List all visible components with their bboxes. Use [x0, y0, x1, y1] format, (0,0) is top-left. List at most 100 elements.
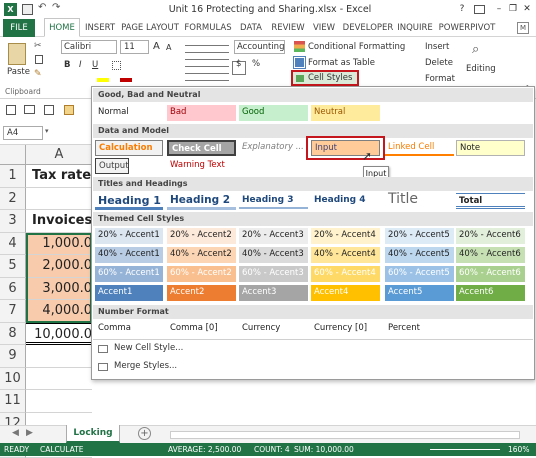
style-accent-1-level-1[interactable]: 20% - Accent1 — [95, 228, 163, 244]
row-header[interactable]: 3 — [0, 210, 26, 233]
zoom-level[interactable]: 160% — [508, 445, 529, 454]
style-warning-text[interactable]: Warning Text — [167, 158, 236, 174]
style-total[interactable]: Total — [456, 193, 525, 209]
row-header[interactable]: 8 — [0, 322, 26, 345]
style-accent-4-level-2[interactable]: 40% - Accent4 — [311, 247, 380, 263]
style-heading-2[interactable]: Heading 2 — [167, 193, 236, 210]
style-accent-2-level-3[interactable]: 60% - Accent2 — [167, 266, 236, 282]
style-accent-6-level-1[interactable]: 20% - Accent6 — [456, 228, 525, 244]
cell-a9[interactable] — [26, 345, 92, 368]
copy-icon[interactable] — [35, 55, 43, 64]
style-title[interactable]: Title — [385, 190, 454, 209]
style-accent-5-level-3[interactable]: 60% - Accent5 — [385, 266, 454, 282]
cell-a11[interactable] — [26, 390, 92, 413]
tab-data[interactable]: DATA — [236, 19, 266, 37]
row-header[interactable]: 9 — [0, 345, 26, 368]
minimize-button[interactable]: – — [492, 3, 506, 16]
cell-a2[interactable] — [26, 188, 92, 210]
cell-a3[interactable]: Invoices — [26, 210, 92, 233]
paste-icon[interactable] — [8, 43, 26, 65]
print-icon[interactable] — [24, 105, 35, 114]
editing-button[interactable]: Editing — [466, 64, 496, 74]
style-note[interactable]: Note — [456, 140, 525, 156]
dollar-format-button[interactable]: $ — [236, 59, 241, 69]
style-accent-1-level-3[interactable]: 60% - Accent1 — [95, 266, 163, 282]
row-header[interactable]: 4 — [0, 232, 26, 255]
column-header-a[interactable]: A — [26, 145, 92, 165]
sheet-tab-locking[interactable]: Locking — [66, 425, 120, 443]
save-qat-icon[interactable] — [22, 4, 33, 15]
italic-button[interactable]: I — [79, 60, 82, 70]
insert-cells-button[interactable]: Insert — [425, 42, 449, 52]
style-percent[interactable]: Percent — [385, 321, 454, 337]
scroll-left-icon[interactable]: ◀ — [12, 428, 19, 438]
save-icon[interactable] — [6, 105, 16, 115]
underline-button[interactable]: U — [92, 60, 98, 70]
user-avatar[interactable]: M — [517, 22, 529, 34]
style-accent-4-level-1[interactable]: 20% - Accent4 — [311, 228, 380, 244]
row-header[interactable]: 6 — [0, 277, 26, 300]
style-accent-6-level-3[interactable]: 60% - Accent6 — [456, 266, 525, 282]
style-accent-5-level-2[interactable]: 40% - Accent5 — [385, 247, 454, 263]
cut-icon[interactable]: ✂ — [34, 41, 42, 51]
tab-home[interactable]: HOME — [44, 18, 80, 37]
style-accent-3-level-4[interactable]: Accent3 — [239, 285, 308, 301]
style-bad[interactable]: Bad — [167, 105, 236, 121]
tab-powerpivot[interactable]: POWERPIVOT — [437, 19, 497, 37]
restore-button[interactable]: ❐ — [506, 3, 520, 16]
style-normal[interactable]: Normal — [95, 105, 163, 121]
row-header[interactable]: 7 — [0, 300, 26, 323]
style-explanatory[interactable]: Explanatory ... — [239, 140, 308, 156]
style-heading-4[interactable]: Heading 4 — [311, 193, 380, 209]
delete-cells-button[interactable]: Delete — [425, 58, 453, 68]
number-format-select[interactable]: Accounting — [234, 40, 285, 54]
name-box-dropdown-icon[interactable]: ▾ — [45, 127, 49, 135]
row-header[interactable]: 2 — [0, 187, 26, 210]
row-header[interactable]: 1 — [0, 165, 26, 188]
style-currency-0[interactable]: Currency [0] — [311, 321, 380, 337]
preview-icon[interactable] — [44, 105, 54, 115]
font-size-select[interactable]: 11 — [120, 40, 149, 54]
style-neutral[interactable]: Neutral — [311, 105, 380, 121]
tab-developer[interactable]: DEVELOPER — [342, 19, 394, 37]
style-accent-6-level-2[interactable]: 40% - Accent6 — [456, 247, 525, 263]
style-accent-1-level-4[interactable]: Accent1 — [95, 285, 163, 301]
style-check-cell[interactable]: Check Cell — [167, 140, 236, 156]
tab-view[interactable]: VIEW — [309, 19, 339, 37]
tab-insert[interactable]: INSERT — [83, 19, 117, 37]
font-name-select[interactable]: Calibri — [61, 40, 117, 54]
style-accent-4-level-4[interactable]: Accent4 — [311, 285, 380, 301]
style-accent-1-level-2[interactable]: 40% - Accent1 — [95, 247, 163, 263]
cell-a10[interactable] — [26, 368, 92, 390]
conditional-formatting-button[interactable]: Conditional Formatting — [308, 42, 405, 52]
style-comma-0[interactable]: Comma [0] — [167, 321, 236, 337]
cell-a1[interactable]: Tax rate — [26, 165, 92, 188]
close-button[interactable]: ✕ — [520, 3, 534, 16]
style-calculation[interactable]: Calculation — [95, 140, 163, 156]
format-cells-button[interactable]: Format — [425, 74, 455, 84]
find-select-icon[interactable]: ⌕ — [472, 42, 479, 57]
style-accent-6-level-4[interactable]: Accent6 — [456, 285, 525, 301]
help-icon[interactable]: ? — [455, 3, 469, 16]
row-header[interactable]: 11 — [0, 390, 26, 413]
new-cell-style-item[interactable]: New Cell Style... — [114, 343, 183, 353]
row-header[interactable]: 10 — [0, 367, 26, 390]
style-accent-2-level-2[interactable]: 40% - Accent2 — [167, 247, 236, 263]
ribbon-display-icon[interactable] — [474, 5, 485, 14]
grow-font-button[interactable]: A — [153, 41, 160, 52]
style-accent-5-level-1[interactable]: 20% - Accent5 — [385, 228, 454, 244]
format-painter-icon[interactable]: ✎ — [34, 69, 42, 79]
style-good[interactable]: Good — [239, 105, 308, 121]
paste-button[interactable]: Paste — [7, 67, 30, 77]
fill-color-icon[interactable] — [97, 78, 109, 82]
style-currency[interactable]: Currency — [239, 321, 308, 337]
name-box[interactable]: A4 — [3, 126, 43, 140]
tab-file[interactable]: FILE — [3, 19, 35, 37]
style-accent-3-level-2[interactable]: 40% - Accent3 — [239, 247, 308, 263]
style-output[interactable]: Output — [95, 158, 129, 174]
percent-format-button[interactable]: % — [252, 59, 260, 69]
cell-a8[interactable]: 10,000.0 — [26, 322, 92, 345]
style-accent-4-level-3[interactable]: 60% - Accent4 — [311, 266, 380, 282]
redo-qat-icon[interactable]: ↷ — [52, 2, 60, 13]
tab-formulas[interactable]: FORMULAS — [183, 19, 233, 37]
